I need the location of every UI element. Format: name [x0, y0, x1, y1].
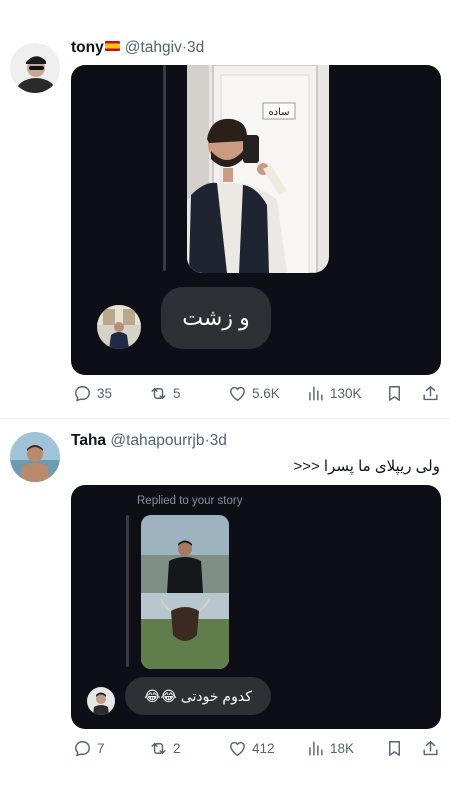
view-count: 18K: [330, 740, 355, 756]
like-icon: [230, 386, 245, 401]
reply-icon: [75, 740, 90, 756]
like-button[interactable]: 5.6K: [228, 382, 280, 404]
like-button[interactable]: 412: [228, 737, 275, 759]
view-count: 130K: [330, 385, 362, 401]
bookmark-button[interactable]: [385, 737, 404, 759]
share-button[interactable]: [421, 382, 440, 404]
tweet-2-actions: 7 2 412 18K: [71, 737, 441, 759]
tweet-1-media[interactable]: ساده و زشت: [71, 65, 441, 375]
story-reply-text: و زشت: [182, 305, 250, 330]
spain-flag-icon: [104, 41, 120, 51]
like-count: 5.6K: [252, 385, 280, 401]
replied-label: Replied to your story: [137, 495, 243, 507]
like-count: 412: [252, 740, 275, 756]
share-button[interactable]: [421, 737, 440, 759]
story-photo[interactable]: ساده: [187, 65, 329, 273]
reply-avatar[interactable]: [87, 687, 115, 715]
story-reply-bubble[interactable]: 😂😂 کدوم خودتی: [125, 677, 271, 715]
tweet-1-header: tony @tahgiv·3d: [71, 39, 204, 57]
display-name[interactable]: tony: [71, 39, 104, 56]
username[interactable]: @tahapourrjb: [110, 432, 204, 449]
views-button[interactable]: 130K: [306, 382, 362, 404]
tweet-2-media[interactable]: Replied to your story 😂😂 کدوم خودتی: [71, 485, 441, 729]
tweet-2-text: ولی ریپلای ما پسرا <<<: [293, 458, 440, 475]
bookmark-icon: [389, 385, 400, 401]
share-icon: [423, 740, 438, 755]
username[interactable]: @tahgiv: [125, 39, 182, 56]
story-reply-line: [126, 515, 129, 667]
reply-emoji: 😂😂: [144, 687, 177, 704]
reply-count: 35: [97, 385, 113, 401]
story-reply-text: کدوم خودتی: [180, 687, 252, 704]
views-icon: [309, 740, 323, 756]
retweet-count: 2: [173, 740, 181, 756]
story-reply-bubble[interactable]: و زشت: [161, 287, 271, 349]
bookmark-button[interactable]: [385, 382, 404, 404]
views-icon: [309, 385, 323, 401]
share-icon: [423, 385, 438, 400]
avatar-taha[interactable]: [10, 432, 60, 482]
reply-button[interactable]: 35: [73, 382, 112, 404]
story-sign-text: ساده: [268, 107, 289, 118]
reply-icon: [75, 385, 90, 401]
story-photo[interactable]: [141, 515, 229, 669]
like-icon: [230, 741, 245, 756]
views-button[interactable]: 18K: [306, 737, 354, 759]
tweet-2-header: Taha @tahapourrjb·3d: [71, 432, 227, 450]
bookmark-icon: [389, 740, 400, 756]
reply-count: 7: [97, 740, 105, 756]
timestamp[interactable]: 3d: [210, 432, 227, 449]
display-name[interactable]: Taha: [71, 432, 106, 449]
reply-button[interactable]: 7: [73, 737, 105, 759]
retweet-icon: [151, 742, 166, 754]
reply-avatar[interactable]: [97, 305, 141, 349]
retweet-button[interactable]: 5: [149, 382, 181, 404]
retweet-button[interactable]: 2: [149, 737, 181, 759]
tweet-1-actions: 35 5 5.6K 130K: [71, 382, 441, 404]
avatar-tony[interactable]: [10, 43, 60, 93]
story-reply-line: [163, 65, 166, 271]
tweet-2[interactable]: Taha @tahapourrjb·3d ولی ریپلای ما پسرا …: [0, 419, 450, 800]
timestamp[interactable]: 3d: [187, 39, 204, 56]
retweet-count: 5: [173, 385, 181, 401]
retweet-icon: [151, 387, 166, 399]
tweet-1[interactable]: tony @tahgiv·3d ساده و زشت 35 5 5.6K 130…: [0, 0, 450, 418]
